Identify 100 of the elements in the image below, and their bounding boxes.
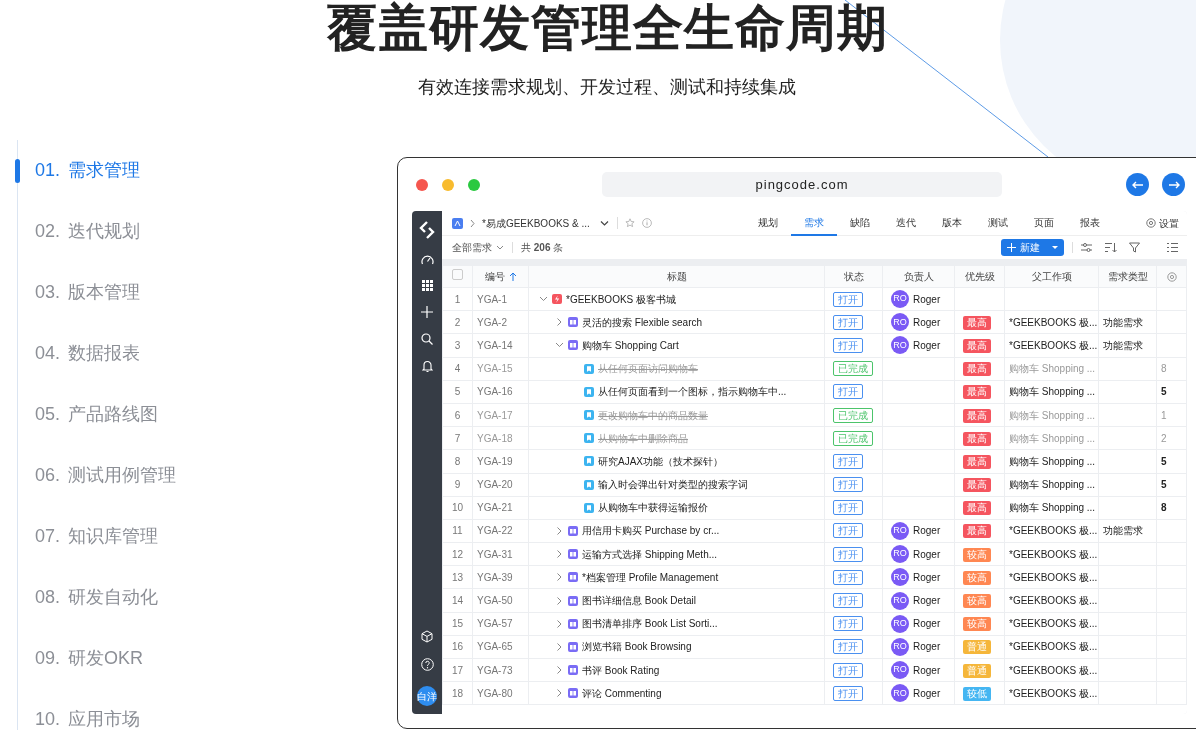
item-count: 共 206 条 [521, 241, 564, 255]
cube-icon[interactable] [421, 630, 433, 643]
column-header[interactable]: 需求类型 [1098, 265, 1157, 288]
chevron-right-icon[interactable] [555, 619, 564, 628]
row-number: 4 [442, 357, 473, 381]
row-number: 7 [442, 426, 473, 450]
sort-ascending-icon[interactable] [508, 271, 517, 282]
feature-icon [568, 317, 578, 328]
chevron-down-icon[interactable] [555, 341, 564, 350]
assignee-name: Roger [913, 570, 941, 585]
project-name[interactable]: *易成GEEKBOOKS & ... [482, 215, 590, 231]
add-icon[interactable] [421, 306, 433, 318]
item-title[interactable]: 书评 Book Rating [582, 662, 660, 678]
row-number: 18 [442, 681, 473, 705]
select-all-checkbox[interactable] [452, 269, 463, 280]
column-header[interactable]: 父工作项 [1004, 265, 1099, 288]
star-icon[interactable] [624, 218, 635, 228]
item-id: YGA-2 [472, 310, 529, 334]
dashboard-icon[interactable] [420, 254, 434, 265]
feature-icon [568, 641, 578, 652]
feature-icon [568, 665, 578, 676]
priority-tag: 最高 [963, 501, 991, 516]
avatar: RO [891, 545, 909, 564]
story-icon [584, 386, 594, 397]
assignee-name: Roger [913, 663, 941, 678]
tab[interactable]: 报表 [1066, 211, 1113, 236]
row-number: 16 [442, 635, 473, 659]
assignee-name: Roger [913, 594, 941, 609]
maximize-dot[interactable] [468, 178, 480, 191]
table-cell: 购物车 Shopping ... [1004, 496, 1099, 520]
logo-icon[interactable] [419, 221, 435, 239]
filter-dropdown[interactable]: 全部需求 [452, 240, 504, 255]
avatar: RO [891, 591, 909, 610]
tab[interactable]: 迭代 [882, 211, 929, 236]
epic-icon [552, 294, 562, 305]
row-number: 11 [442, 519, 473, 543]
table-cell: 购物车 Shopping ... [1004, 357, 1099, 381]
chevron-right-icon[interactable] [555, 573, 564, 582]
info-icon[interactable] [641, 218, 652, 228]
column-header[interactable]: 状态 [824, 265, 883, 288]
feature-icon [568, 618, 578, 629]
status-tag: 打开 [833, 662, 863, 678]
chevron-right-icon[interactable] [555, 550, 564, 559]
story-icon [584, 502, 594, 513]
project-icon[interactable] [452, 217, 463, 229]
chevron-right-icon [469, 218, 476, 228]
list-icon[interactable] [1167, 242, 1179, 253]
tab[interactable]: 规划 [744, 211, 791, 236]
sort-icon[interactable] [1105, 242, 1117, 253]
table-cell: 5 [1156, 380, 1187, 404]
settings-link[interactable]: 设置 [1159, 215, 1179, 231]
sliders-icon[interactable] [1081, 242, 1093, 253]
status-tag: 打开 [833, 616, 863, 632]
bell-icon[interactable] [421, 360, 433, 372]
column-header[interactable]: 负责人 [882, 265, 955, 288]
assignee-name: Roger [913, 292, 941, 307]
minimize-dot[interactable] [442, 178, 454, 191]
chevron-right-icon[interactable] [555, 526, 564, 535]
row-number: 10 [442, 496, 473, 520]
address-bar[interactable]: pingcode.com [602, 172, 1002, 197]
new-button[interactable]: 新建 [1001, 239, 1064, 256]
close-dot[interactable] [416, 178, 428, 191]
table-cell: 1 [1156, 403, 1187, 427]
priority-tag: 最高 [963, 385, 991, 400]
filter-icon[interactable] [1129, 242, 1141, 253]
caret-icon[interactable] [599, 220, 609, 226]
chevron-right-icon[interactable] [555, 666, 564, 675]
table-cell: 功能需求 [1098, 519, 1157, 543]
settings-icon[interactable] [1166, 272, 1177, 283]
search-icon[interactable] [421, 333, 433, 345]
status-tag: 打开 [833, 384, 863, 400]
avatar: RO [891, 614, 909, 633]
item-title[interactable]: 评论 Commenting [582, 685, 662, 701]
item-id: YGA-21 [472, 496, 529, 520]
table-cell: 8 [1156, 357, 1187, 381]
feature-nav-item[interactable]: 01. 需求管理 [18, 140, 397, 201]
row-number: 5 [442, 380, 473, 404]
chevron-right-icon[interactable] [555, 689, 564, 698]
back-button[interactable] [1126, 173, 1149, 196]
forward-button[interactable] [1162, 173, 1185, 196]
tab[interactable]: 测试 [974, 211, 1021, 236]
status-tag: 打开 [833, 477, 863, 493]
priority-tag: 普通 [963, 663, 991, 678]
assignee-name: Roger [913, 617, 941, 632]
column-header[interactable]: 优先级 [954, 265, 1005, 288]
tab[interactable]: 页面 [1020, 211, 1067, 236]
chevron-right-icon[interactable] [555, 596, 564, 605]
apps-grid-icon[interactable] [421, 280, 433, 291]
chevron-right-icon[interactable] [555, 318, 564, 327]
priority-tag: 最高 [963, 315, 991, 330]
column-header[interactable]: 标题 [528, 265, 825, 288]
tab[interactable]: 缺陷 [836, 211, 883, 236]
tab[interactable]: 版本 [928, 211, 975, 236]
item-id: YGA-15 [472, 357, 529, 381]
chevron-down-icon[interactable] [539, 295, 548, 304]
help-icon[interactable] [420, 658, 434, 671]
chevron-right-icon[interactable] [555, 642, 564, 651]
table-cell: 2 [1156, 426, 1187, 450]
settings-icon[interactable] [1146, 218, 1156, 228]
assignee-name: Roger [913, 686, 941, 701]
